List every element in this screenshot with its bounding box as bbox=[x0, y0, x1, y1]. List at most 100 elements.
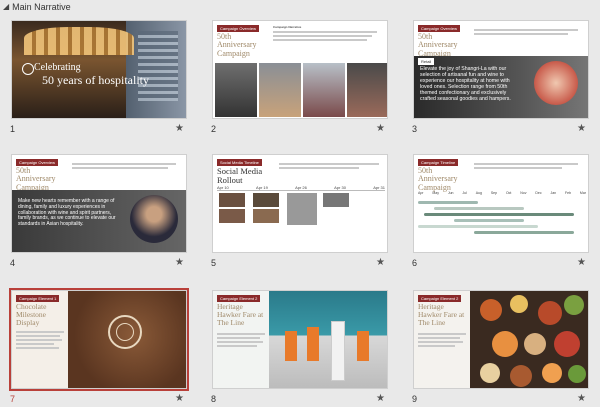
body-lines bbox=[474, 29, 578, 37]
body-lines bbox=[217, 333, 265, 349]
post-thumb bbox=[323, 193, 349, 207]
slide-title: Social Media Rollout bbox=[217, 166, 263, 185]
star-icon[interactable]: ★ bbox=[376, 393, 385, 404]
month-label: Apr 31 bbox=[373, 185, 385, 190]
body-lines bbox=[474, 163, 578, 171]
month-label: Apr 30 bbox=[334, 185, 346, 190]
chef-figure bbox=[307, 327, 319, 361]
post-thumb bbox=[219, 193, 245, 207]
slide-tag: Campaign Overview bbox=[217, 25, 260, 32]
dish bbox=[480, 299, 502, 321]
slide-thumbnail-1[interactable]: Celebrating 50 years of hospitality 1 ★ bbox=[10, 20, 187, 134]
slide-title: Heritage Hawker Fare at The Line bbox=[418, 302, 465, 327]
slide-thumbnail-2[interactable]: Campaign Overview 50th Anniversary Campa… bbox=[211, 20, 388, 134]
slide-body: Make new hearts remember with a range of… bbox=[18, 198, 116, 227]
slide-thumbnail-3[interactable]: Campaign Overview 50th Anniversary Campa… bbox=[412, 20, 589, 134]
star-icon[interactable]: ★ bbox=[577, 393, 586, 404]
slide-body: Elevate the joy of Shangri-La with our s… bbox=[420, 66, 511, 102]
slide-tag: Social Media Timeline bbox=[217, 159, 262, 166]
dish bbox=[542, 363, 562, 383]
dish bbox=[524, 333, 546, 355]
slide-tag: Campaign Element 2 bbox=[217, 295, 261, 302]
photo-4 bbox=[347, 63, 387, 117]
anniversary-logo-icon bbox=[22, 63, 34, 75]
body-lines bbox=[279, 163, 379, 171]
photo-1 bbox=[215, 63, 257, 117]
timeline-bar bbox=[418, 225, 538, 228]
dish bbox=[510, 365, 532, 387]
month-label: Apr 10 bbox=[217, 185, 229, 190]
slide-thumbnail-6[interactable]: Campaign Timeline 50th Anniversary Campa… bbox=[412, 154, 589, 268]
slide-tag: Campaign Timeline bbox=[418, 159, 459, 166]
month-label: Jan bbox=[550, 191, 557, 195]
month-label: Jul bbox=[462, 191, 467, 195]
slide-title-line-1: Celebrating bbox=[34, 62, 81, 73]
slide-title-line-2: 50 years of hospitality bbox=[42, 73, 149, 87]
month-label: Apr 19 bbox=[256, 185, 268, 190]
slide-title: 50th Anniversary Campaign bbox=[418, 166, 458, 192]
section-title: Main Narrative bbox=[12, 2, 71, 12]
section-header[interactable]: ◢ Main Narrative bbox=[0, 0, 71, 14]
photo-2 bbox=[259, 63, 301, 117]
slide-thumbnail-7[interactable]: Campaign Element 1 Chocolate Milestone D… bbox=[9, 288, 189, 404]
month-label: Sep bbox=[490, 191, 498, 195]
month-label: Apr bbox=[418, 191, 424, 195]
chocolate-swirl-inner bbox=[116, 323, 134, 341]
slide-preview[interactable]: Campaign Element 2 Heritage Hawker Fare … bbox=[413, 290, 589, 389]
dish bbox=[564, 295, 584, 315]
post-thumb bbox=[253, 209, 279, 223]
chef-figure bbox=[357, 331, 369, 361]
slide-number: 3 bbox=[412, 124, 418, 134]
slide-thumbnail-9[interactable]: Campaign Element 2 Heritage Hawker Fare … bbox=[412, 290, 589, 404]
slide-preview[interactable]: Campaign Timeline 50th Anniversary Campa… bbox=[413, 154, 589, 253]
chef-figure bbox=[285, 331, 297, 361]
slide-preview[interactable]: Campaign Overview 50th Anniversary Campa… bbox=[11, 154, 187, 253]
slide-thumbnail-5[interactable]: Social Media Timeline Social Media Rollo… bbox=[211, 154, 388, 268]
chef-figure bbox=[331, 321, 345, 381]
month-label: May bbox=[432, 191, 439, 195]
timeline-bar bbox=[454, 219, 524, 222]
slide-preview[interactable]: Campaign Overview 50th Anniversary Campa… bbox=[212, 20, 388, 119]
slide-title: Heritage Hawker Fare at The Line bbox=[217, 302, 264, 327]
slide-preview[interactable]: Campaign Overview 50th Anniversary Campa… bbox=[413, 20, 589, 119]
star-icon[interactable]: ★ bbox=[577, 257, 586, 268]
timeline-bar bbox=[418, 201, 478, 204]
star-icon[interactable]: ★ bbox=[376, 257, 385, 268]
slide-preview[interactable]: Social Media Timeline Social Media Rollo… bbox=[212, 154, 388, 253]
month-label: Oct bbox=[505, 191, 512, 195]
post-thumb bbox=[219, 209, 245, 223]
dish bbox=[568, 365, 586, 383]
windows-image bbox=[138, 31, 178, 101]
slide-tag: Campaign Overview bbox=[418, 25, 461, 32]
month-label: Mar bbox=[579, 191, 586, 195]
slide-title: 50th Anniversary Campaign bbox=[217, 32, 257, 58]
star-icon[interactable]: ★ bbox=[175, 393, 184, 404]
slide-number: 7 bbox=[10, 394, 16, 404]
body-lines bbox=[418, 333, 466, 349]
slide-preview[interactable]: Celebrating 50 years of hospitality bbox=[11, 20, 187, 119]
slide-preview[interactable]: Campaign Element 2 Heritage Hawker Fare … bbox=[212, 290, 388, 389]
slide-preview[interactable]: Campaign Element 1 Chocolate Milestone D… bbox=[9, 288, 189, 391]
slide-thumbnail-4[interactable]: Campaign Overview 50th Anniversary Campa… bbox=[10, 154, 187, 268]
slide-title: 50th Anniversary Campaign bbox=[16, 166, 56, 192]
slide-number: 4 bbox=[10, 258, 16, 268]
slide-number: 5 bbox=[211, 258, 217, 268]
star-icon[interactable]: ★ bbox=[376, 123, 385, 134]
timeline-months: Apr May Jun Jul Aug Sep Oct Nov Dec Jan … bbox=[418, 191, 586, 195]
timeline-header: Apr 10 Apr 19 Apr 26 Apr 30 Apr 31 bbox=[217, 185, 385, 191]
slide-number: 8 bbox=[211, 394, 217, 404]
star-icon[interactable]: ★ bbox=[175, 257, 184, 268]
slide-tag: Campaign Overview bbox=[16, 159, 59, 166]
slide-subtitle: Campaign Narrative bbox=[273, 25, 302, 29]
star-icon[interactable]: ★ bbox=[175, 123, 184, 134]
slide-tag: Campaign Element 2 bbox=[418, 295, 462, 302]
body-lines bbox=[273, 31, 377, 43]
star-icon[interactable]: ★ bbox=[577, 123, 586, 134]
hamper-photo bbox=[534, 61, 578, 105]
slide-number: 2 bbox=[211, 124, 217, 134]
slide-thumbnail-8[interactable]: Campaign Element 2 Heritage Hawker Fare … bbox=[211, 290, 388, 404]
slide-tag: Campaign Element 1 bbox=[16, 295, 60, 302]
body-lines bbox=[16, 331, 64, 351]
month-label: Jun bbox=[447, 191, 454, 195]
chevron-down-icon[interactable]: ◢ bbox=[3, 3, 9, 11]
